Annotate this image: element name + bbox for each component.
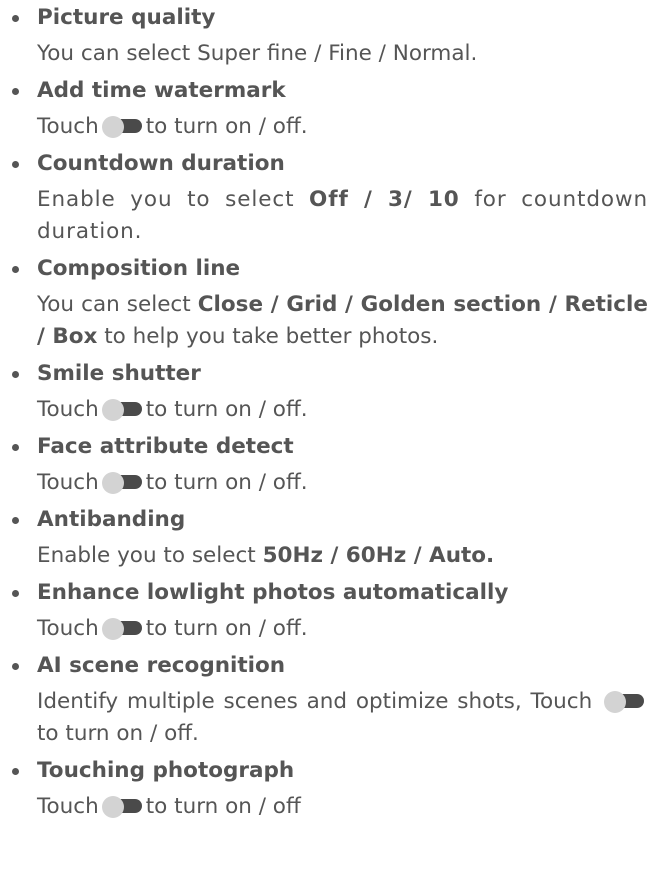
list-item-composition-line: Composition line You can select Close / … [12,253,648,353]
list-item-antibanding: Antibanding Enable you to select 50Hz / … [12,504,648,572]
toggle-switch-icon [101,618,143,640]
item-title: Countdown duration [37,151,285,176]
item-title: Touching photograph [37,758,295,783]
item-description: You can select Close / Grid / Golden sec… [37,292,648,349]
toggle-switch-icon [101,399,143,421]
option-values: Off / 3/ 10 [309,187,460,212]
item-title: Picture quality [37,5,216,30]
item-description: Touch to turn on / off. [37,397,308,422]
item-title: Add time watermark [37,78,286,103]
item-description: Enable you to select Off / 3/ 10 for cou… [37,187,648,244]
list-item-add-time-watermark: Add time watermark Touch to turn on / off… [12,75,648,143]
item-title: Antibanding [37,507,186,532]
toggle-switch-icon [101,796,143,818]
list-item-touching-photograph: Touching photograph Touch to turn on / of… [12,755,648,823]
list-item-picture-quality: Picture quality You can select Super fin… [12,2,648,70]
item-description: Touch to turn on / off. [37,470,308,495]
toggle-switch-icon [604,691,645,713]
list-item-enhance-lowlight: Enhance lowlight photos automatically To… [12,577,648,645]
item-description: Touch to turn on / off. [37,616,308,641]
item-title: Enhance lowlight photos automatically [37,580,509,605]
item-title: AI scene recognition [37,653,286,678]
item-description: Touch to turn on / off [37,794,301,819]
toggle-switch-icon [101,116,143,138]
item-title: Face attribute detect [37,434,294,459]
option-values: 50Hz / 60Hz / Auto. [262,543,495,568]
item-title: Composition line [37,256,241,281]
list-item-ai-scene-recognition: AI scene recognition Identify multiple s… [12,650,648,750]
item-description: Touch to turn on / off. [37,114,308,139]
camera-settings-list: Picture quality You can select Super fin… [12,2,648,823]
settings-help-page: Picture quality You can select Super fin… [0,0,654,883]
toggle-switch-icon [101,472,143,494]
item-title: Smile shutter [37,361,201,386]
list-item-smile-shutter: Smile shutter Touch to turn on / off. [12,358,648,426]
list-item-countdown-duration: Countdown duration Enable you to select … [12,148,648,248]
item-description: You can select Super fine / Fine / Norma… [37,41,478,66]
list-item-face-attribute-detect: Face attribute detect Touch to turn on / … [12,431,648,499]
item-description: Enable you to select 50Hz / 60Hz / Auto. [37,543,495,568]
item-description: Identify multiple scenes and optimize sh… [37,686,648,750]
